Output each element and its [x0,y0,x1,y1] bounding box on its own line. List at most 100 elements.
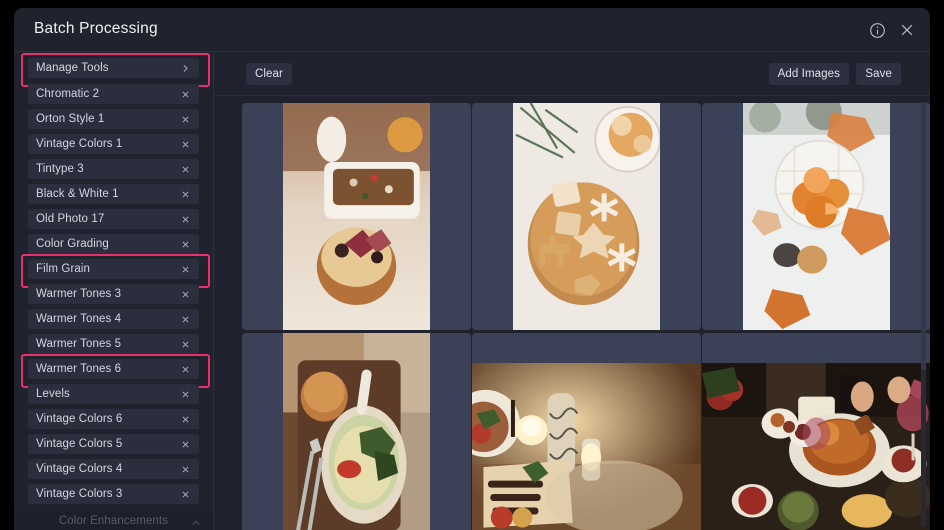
sidebar-item-warmer-tones-6[interactable]: Warmer Tones 6 [28,359,199,379]
thumbnail-image [472,362,701,530]
image-thumbnail-card[interactable] [702,103,930,330]
close-icon[interactable] [180,89,191,100]
sidebar-item-label: Levels [36,388,70,400]
sidebar-item-vintage-colors-1[interactable]: Vintage Colors 1 [28,134,199,154]
sidebar-item-wrapper: Old Photo 17 [28,209,199,229]
image-thumbnail-card[interactable] [242,103,471,330]
sidebar-item-wrapper: Warmer Tones 6 [21,354,210,388]
close-icon[interactable] [180,114,191,125]
sidebar-item-wrapper: Film Grain [21,254,210,288]
close-icon[interactable] [180,139,191,150]
close-icon[interactable] [180,364,191,375]
sidebar-item-vintage-colors-5[interactable]: Vintage Colors 5 [28,434,199,454]
sidebar-item-color-grading[interactable]: Color Grading [28,234,199,254]
sidebar-item-vintage-colors-3[interactable]: Vintage Colors 3 [28,484,199,504]
sidebar-item-wrapper: Vintage Colors 3 [28,484,199,504]
close-icon[interactable] [180,214,191,225]
sidebar-item-wrapper: Orton Style 1 [28,109,199,129]
chevron-up-icon[interactable] [191,515,201,526]
close-icon[interactable] [180,314,191,325]
sidebar-item-wrapper: Vintage Colors 1 [28,134,199,154]
save-button[interactable]: Save [856,63,901,85]
sidebar-item-manage-tools[interactable]: Manage Tools [28,58,199,78]
image-thumbnail-card[interactable] [702,333,930,530]
close-icon[interactable] [180,339,191,350]
batch-processing-dialog: Batch Processing Manage Tools Chromatic … [14,8,930,530]
sidebar-item-vintage-colors-4[interactable]: Vintage Colors 4 [28,459,199,479]
close-icon[interactable] [180,164,191,175]
clear-button[interactable]: Clear [246,63,292,85]
image-thumbnail-card[interactable] [242,333,471,530]
sidebar-item-tintype-3[interactable]: Tintype 3 [28,159,199,179]
content-toolbar: Clear Add Images Save [214,52,930,96]
thumbnail-image [283,103,430,330]
sidebar-item-wrapper: Chromatic 2 [28,84,199,104]
sidebar-item-label: Orton Style 1 [36,113,105,125]
sidebar-item-wrapper: Black & White 1 [28,184,199,204]
sidebar-footer-color-enhancements[interactable]: Color Enhancements [14,511,213,530]
sidebar-item-label: Tintype 3 [36,163,84,175]
image-grid [214,97,930,530]
sidebar-item-warmer-tones-3[interactable]: Warmer Tones 3 [28,284,199,304]
sidebar-item-wrapper: Tintype 3 [28,159,199,179]
thumbnail-image [283,333,430,530]
close-icon[interactable] [180,464,191,475]
close-icon[interactable] [180,264,191,275]
sidebar-item-label: Vintage Colors 6 [36,413,123,425]
sidebar-item-label: Manage Tools [36,62,109,74]
sidebar-item-label: Vintage Colors 4 [36,463,123,475]
sidebar-item-wrapper: Vintage Colors 5 [28,434,199,454]
sidebar-item-label: Vintage Colors 5 [36,438,123,450]
info-circle-icon[interactable] [868,21,886,39]
sidebar-item-chromatic-2[interactable]: Chromatic 2 [28,84,199,104]
close-icon[interactable] [180,289,191,300]
sidebar-item-label: Film Grain [36,263,91,275]
image-thumbnail-card[interactable] [472,103,701,330]
sidebar-item-wrapper: Warmer Tones 5 [28,334,199,354]
sidebar-item-vintage-colors-6[interactable]: Vintage Colors 6 [28,409,199,429]
content-pane: Clear Add Images Save [214,52,930,530]
thumbnail-image [513,103,660,330]
thumbnail-image [743,103,890,330]
sidebar-item-label: Color Grading [36,238,109,250]
sidebar-item-warmer-tones-5[interactable]: Warmer Tones 5 [28,334,199,354]
tools-sidebar[interactable]: Manage Tools Chromatic 2 Orton Style 1 Vin… [14,52,213,530]
tool-list: Chromatic 2 Orton Style 1 Vintage Colors 1… [14,84,213,504]
close-icon[interactable] [180,189,191,200]
content-scrollbar[interactable] [921,102,926,527]
close-icon[interactable] [180,389,191,400]
page-title: Batch Processing [34,20,158,37]
sidebar-item-label: Warmer Tones 3 [36,288,122,300]
close-icon[interactable] [180,489,191,500]
close-icon[interactable] [180,439,191,450]
sidebar-item-label: Old Photo 17 [36,213,105,225]
chevron-right-icon[interactable] [180,63,191,74]
sidebar-item-label: Black & White 1 [36,188,119,200]
sidebar-item-wrapper: Vintage Colors 4 [28,459,199,479]
add-images-button[interactable]: Add Images [768,63,849,85]
close-icon[interactable] [898,21,916,39]
sidebar-item-wrapper: Warmer Tones 4 [28,309,199,329]
thumbnail-image [702,362,930,530]
sidebar-item-label: Vintage Colors 3 [36,488,123,500]
sidebar-item-wrapper: Vintage Colors 6 [28,409,199,429]
sidebar-item-label: Warmer Tones 4 [36,313,122,325]
sidebar-item-warmer-tones-4[interactable]: Warmer Tones 4 [28,309,199,329]
image-thumbnail-card[interactable] [472,333,701,530]
close-icon[interactable] [180,239,191,250]
sidebar-item-label: Vintage Colors 1 [36,138,123,150]
scrollbar-thumb[interactable] [921,102,926,370]
dialog-titlebar: Batch Processing [14,8,930,52]
sidebar-item-film-grain[interactable]: Film Grain [28,259,199,279]
sidebar-item-manage-tools-wrapper: Manage Tools [21,53,210,87]
close-icon[interactable] [180,414,191,425]
sidebar-item-black-white-1[interactable]: Black & White 1 [28,184,199,204]
sidebar-item-old-photo-17[interactable]: Old Photo 17 [28,209,199,229]
sidebar-footer-label: Color Enhancements [58,514,169,527]
sidebar-item-wrapper: Warmer Tones 3 [28,284,199,304]
sidebar-item-levels[interactable]: Levels [28,384,199,404]
sidebar-item-orton-style-1[interactable]: Orton Style 1 [28,109,199,129]
sidebar-item-label: Warmer Tones 6 [36,363,122,375]
sidebar-item-label: Chromatic 2 [36,88,100,100]
sidebar-item-label: Warmer Tones 5 [36,338,122,350]
